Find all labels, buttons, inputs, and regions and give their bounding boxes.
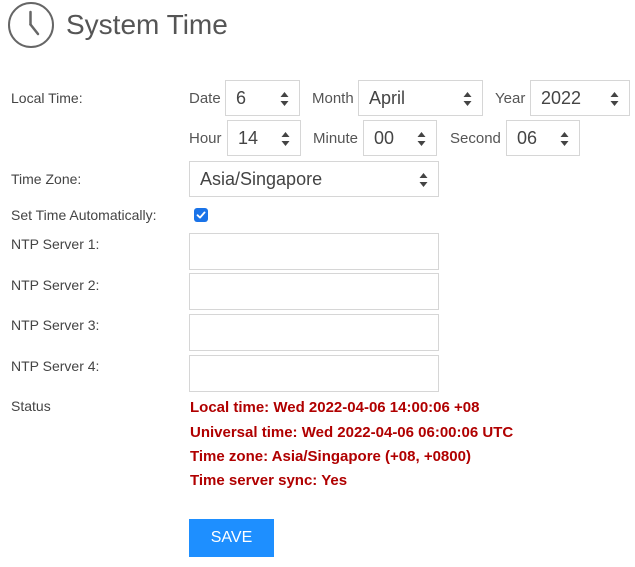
select-arrows-icon <box>463 92 472 106</box>
select-arrows-icon <box>560 132 569 146</box>
ntp-server-4-label: NTP Server 4: <box>11 358 100 374</box>
second-select-value: 06 <box>517 127 538 148</box>
time-zone-select[interactable]: Asia/Singapore <box>189 161 439 197</box>
month-select[interactable]: April <box>358 80 483 116</box>
status-time-zone: Time zone: Asia/Singapore (+08, +0800) <box>190 448 471 465</box>
auto-time-checkbox[interactable] <box>194 208 208 222</box>
hour-label: Hour <box>189 130 222 147</box>
status-label: Status <box>11 398 51 414</box>
local-time-label: Local Time: <box>11 90 83 106</box>
status-time-server-sync: Time server sync: Yes <box>190 472 348 489</box>
select-arrows-icon <box>280 92 289 106</box>
status-universal-time: Universal time: Wed 2022-04-06 06:00:06 … <box>190 424 514 441</box>
second-label: Second <box>450 130 501 147</box>
second-select[interactable]: 06 <box>506 120 580 156</box>
hour-select[interactable]: 14 <box>227 120 301 156</box>
month-label: Month <box>312 90 354 107</box>
auto-time-label: Set Time Automatically: <box>11 207 157 223</box>
select-arrows-icon <box>281 132 290 146</box>
save-button[interactable]: SAVE <box>189 519 274 557</box>
ntp-server-2-input[interactable] <box>189 273 439 310</box>
status-local-time: Local time: Wed 2022-04-06 14:00:06 +08 <box>190 399 480 416</box>
select-arrows-icon <box>417 132 426 146</box>
ntp-server-1-input[interactable] <box>189 233 439 270</box>
minute-select[interactable]: 00 <box>363 120 437 156</box>
ntp-server-3-label: NTP Server 3: <box>11 317 100 333</box>
year-label: Year <box>495 90 526 107</box>
ntp-server-1-label: NTP Server 1: <box>11 236 100 252</box>
date-select[interactable]: 6 <box>225 80 300 116</box>
time-zone-label: Time Zone: <box>11 171 82 187</box>
hour-select-value: 14 <box>238 127 259 148</box>
ntp-server-3-input[interactable] <box>189 314 439 351</box>
minute-select-value: 00 <box>374 127 395 148</box>
month-select-value: April <box>369 87 406 108</box>
year-select-value: 2022 <box>541 87 582 108</box>
date-label: Date <box>189 90 221 107</box>
clock-icon <box>8 2 54 48</box>
select-arrows-icon <box>419 173 428 187</box>
ntp-server-4-input[interactable] <box>189 355 439 392</box>
checkmark-icon <box>196 211 206 219</box>
time-zone-select-value: Asia/Singapore <box>200 168 323 189</box>
minute-label: Minute <box>313 130 359 147</box>
date-select-value: 6 <box>236 87 247 108</box>
year-select[interactable]: 2022 <box>530 80 630 116</box>
select-arrows-icon <box>610 92 619 106</box>
page-title: System Time <box>66 9 228 40</box>
page-header: System Time <box>8 2 228 48</box>
ntp-server-2-label: NTP Server 2: <box>11 277 100 293</box>
